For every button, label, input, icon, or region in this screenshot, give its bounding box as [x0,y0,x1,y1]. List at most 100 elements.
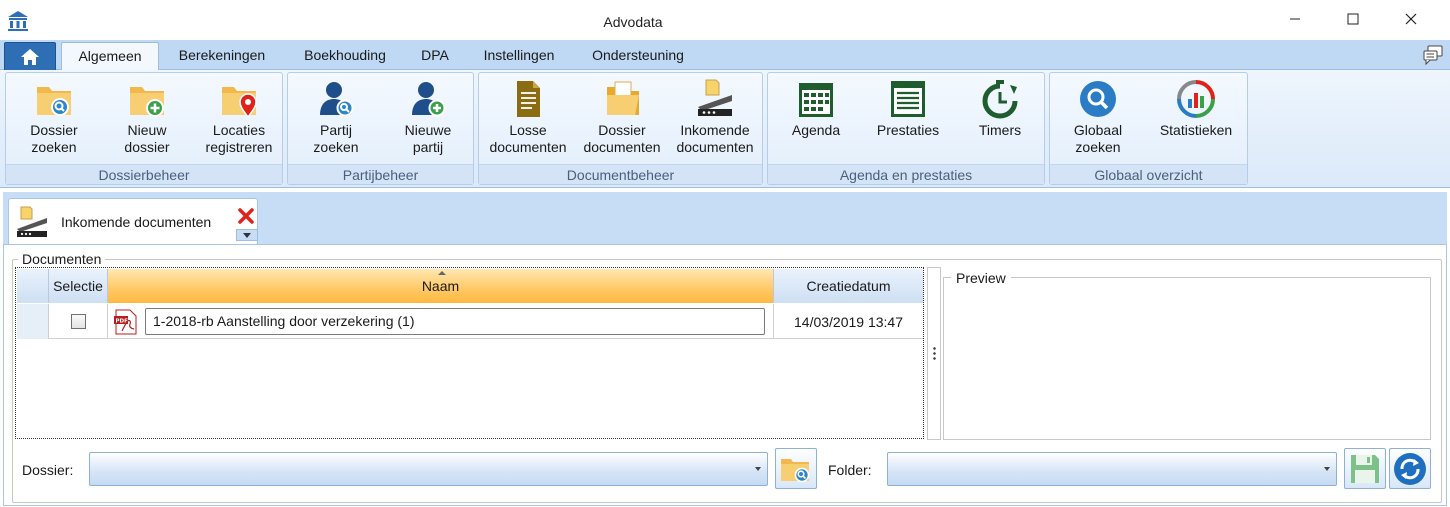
minimize-button[interactable] [1266,0,1324,38]
partij-zoeken-label-2: zoeken [313,139,359,155]
nieuwe-partij-button[interactable]: Nieuwe partij [388,77,468,159]
ribbon: Dossier zoeken Nieuw dossier Locaties re… [0,70,1450,188]
tab-inkomende-documenten-label: Inkomende documenten [61,214,212,230]
close-tab-icon[interactable] [237,207,255,225]
calendar-icon [799,83,833,117]
folder-search-icon [37,87,71,116]
row-header[interactable] [17,304,49,339]
locaties-registreren-button[interactable]: Locaties registreren [198,77,280,159]
statistieken-button[interactable]: Statistieken [1150,77,1242,159]
scanner-icon [17,206,47,237]
locaties-registreren-label-2: registreren [205,139,273,155]
minimize-icon [1290,18,1300,20]
title-bar: Advodata [0,0,1450,40]
tab-algemeen[interactable]: Algemeen [61,42,159,71]
prestaties-label: Prestaties [876,122,940,138]
losse-documenten-label-2: documenten [489,139,567,155]
chat-icon[interactable] [1422,44,1444,66]
tab-instellingen[interactable]: Instellingen [470,42,568,71]
globaal-zoeken-button[interactable]: Globaal zoeken [1058,77,1138,159]
prestaties-button[interactable]: Prestaties [866,77,950,159]
column-header-creatiedatum[interactable]: Creatiedatum [774,269,923,303]
tab-ondersteuning[interactable]: Ondersteuning [580,42,696,71]
tab-dpa[interactable]: DPA [412,42,458,71]
group-label-documentbeheer: Documentbeheer [479,164,762,184]
home-tab[interactable] [4,42,56,70]
dossier-zoeken-button[interactable]: Dossier zoeken [16,77,92,159]
nieuwe-partij-label-1: Nieuwe [404,122,452,138]
nieuwe-partij-label-2: partij [412,139,444,155]
globaal-zoeken-label-1: Globaal [1073,122,1123,138]
document-name-field[interactable]: 1-2018-rb Aanstelling door verzekering (… [145,308,765,335]
folder-label: Folder: [828,462,872,478]
window-title: Advodata [603,14,663,30]
folder-combobox[interactable] [887,452,1337,486]
document-icon [517,81,540,117]
timer-icon [982,80,1018,119]
tab-inkomende-documenten[interactable]: Inkomende documenten [8,198,258,244]
preview-legend: Preview [951,270,1011,286]
timers-label: Timers [978,122,1022,138]
row-header-corner [17,269,49,303]
save-button[interactable] [1344,448,1386,489]
chevron-down-icon [1324,467,1330,471]
creatiedatum-cell: 14/03/2019 13:47 [794,313,903,330]
locaties-registreren-label-1: Locaties [212,122,266,138]
timers-button[interactable]: Timers [960,77,1040,159]
selectie-checkbox[interactable] [70,314,86,329]
losse-documenten-button[interactable]: Losse documenten [481,77,575,159]
table-row[interactable]: PDF 1-2018-rb Aanstelling door verzekeri… [17,304,923,339]
documents-grid: Selectie Naam Creatiedatum PDF 1-2018-rb… [15,267,924,439]
group-label-agenda-prestaties: Agenda en prestaties [768,164,1044,184]
document-tab-strip: Inkomende documenten [3,192,1447,244]
nieuw-dossier-label-1: Nieuw [127,122,167,138]
folder-search-icon [781,458,810,482]
chevron-down-icon [243,232,251,238]
column-header-naam-label: Naam [421,278,460,294]
maximize-button[interactable] [1324,0,1382,38]
folder-document-icon [607,81,639,115]
dossier-combobox[interactable] [89,452,768,486]
inkomende-documenten-button[interactable]: Inkomende documenten [669,77,761,159]
column-header-naam[interactable]: Naam [108,269,774,303]
globaal-zoeken-label-2: zoeken [1075,139,1121,155]
inkomende-documenten-label-2: documenten [676,139,754,155]
close-button[interactable] [1382,0,1440,38]
maximize-icon [1347,13,1359,25]
tab-berekeningen[interactable]: Berekeningen [166,42,278,71]
group-label-partijbeheer: Partijbeheer [288,164,473,184]
browse-dossier-button[interactable] [775,448,817,489]
splitter-grip-icon [933,346,936,362]
dossier-zoeken-label-2: zoeken [31,139,77,155]
group-dossierbeheer: Dossier zoeken Nieuw dossier Locaties re… [5,72,283,185]
losse-documenten-label-1: Losse [509,122,547,138]
dossier-documenten-button[interactable]: Dossier documenten [575,77,669,159]
tab-menu-button[interactable] [236,229,258,241]
nieuw-dossier-button[interactable]: Nieuw dossier [109,77,185,159]
ribbon-tab-strip: Algemeen Berekeningen Boekhouding DPA In… [0,40,1450,71]
column-header-selectie[interactable]: Selectie [49,269,108,303]
partij-zoeken-label-1: Partij [320,122,352,138]
folder-add-icon [130,87,164,117]
dossier-label: Dossier: [22,462,74,478]
refresh-button[interactable] [1389,448,1431,489]
group-documentbeheer: Losse documenten Dossier documenten Inko… [478,72,763,185]
home-icon [21,48,39,65]
group-globaal-overzicht: Globaal zoeken Statistieken Globaal over… [1049,72,1248,185]
scanner-icon [698,79,732,116]
tab-boekhouding[interactable]: Boekhouding [290,42,400,71]
partij-zoeken-button[interactable]: Partij zoeken [296,77,376,159]
dossier-zoeken-label-1: Dossier [30,122,78,138]
group-agenda-prestaties: Agenda Prestaties Timers Agenda en prest… [767,72,1045,185]
list-icon [891,81,925,117]
chevron-down-icon [755,467,761,471]
close-icon [1405,13,1417,25]
panel-splitter[interactable] [927,267,941,440]
agenda-button[interactable]: Agenda [778,77,854,159]
group-label-globaal-overzicht: Globaal overzicht [1050,164,1247,184]
person-search-icon [320,82,354,117]
group-partijbeheer: Partij zoeken Nieuwe partij Partijbeheer [287,72,474,185]
statistics-icon [1177,80,1215,118]
person-add-icon [412,82,446,117]
preview-panel: Preview [943,266,1431,440]
